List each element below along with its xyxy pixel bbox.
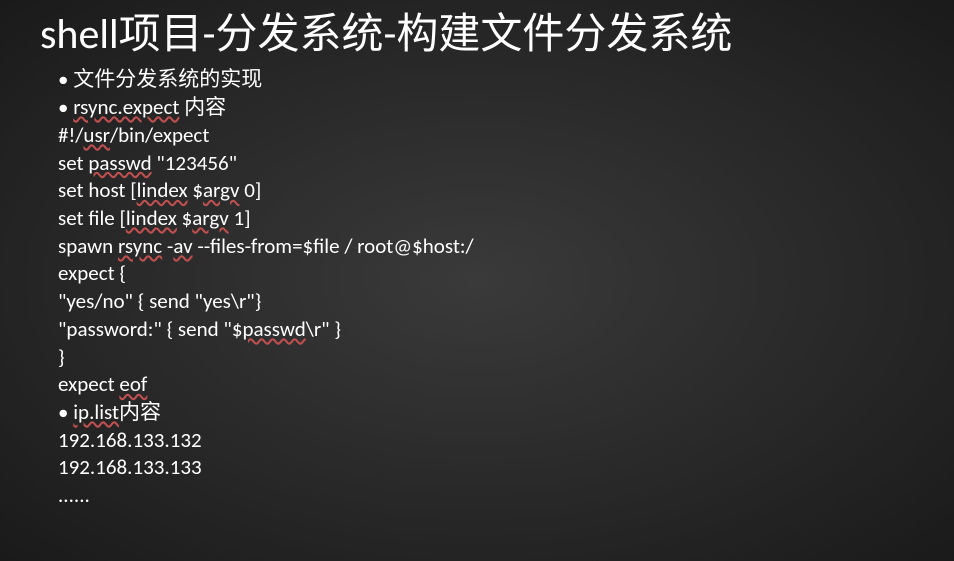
code-line: #!/usr/bin/expect: [58, 122, 914, 150]
code-line: "yes/no" { send "yes\r"}: [58, 288, 914, 316]
code-line: set passwd "123456": [58, 150, 914, 178]
underlined-text: av: [173, 233, 192, 259]
bullet-item: • rsync.expect 内容: [58, 94, 914, 122]
underlined-text: eof: [119, 371, 147, 397]
code-line: 192.168.133.133: [58, 454, 914, 482]
text: set file [: [58, 205, 126, 231]
code-line: set host [lindex $argv 0]: [58, 177, 914, 205]
code-line: ......: [58, 482, 914, 510]
code-line: 192.168.133.132: [58, 427, 914, 455]
code-line: expect {: [58, 260, 914, 288]
text: $: [177, 205, 192, 231]
slide: shell项目-分发系统-构建文件分发系统 • 文件分发系统的实现 • rsyn…: [0, 0, 954, 561]
underlined-text: argv: [192, 205, 228, 231]
text: "123456": [152, 150, 237, 176]
text: \r" }: [306, 316, 341, 342]
bullet-item: • ip.list内容: [58, 399, 914, 427]
underlined-text: lindex: [126, 205, 177, 231]
text: --files-from=$file / root@$host:/: [193, 233, 474, 259]
underlined-text: passwd: [242, 316, 305, 342]
text: 内容: [179, 94, 226, 120]
text: set: [58, 150, 88, 176]
underlined-text: lindex: [137, 177, 188, 203]
text: 1]: [229, 205, 251, 231]
text: $: [188, 177, 203, 203]
text: /bin/expect: [110, 122, 209, 148]
text: set host [: [58, 177, 137, 203]
underlined-text: usr: [83, 122, 110, 148]
underlined-text: passwd: [88, 150, 151, 176]
underlined-text: ip.list: [73, 399, 119, 425]
code-line: }: [58, 344, 914, 372]
text: 内容: [119, 399, 161, 425]
code-line: spawn rsync -av --files-from=$file / roo…: [58, 233, 914, 261]
text: expect: [58, 371, 119, 397]
text: •: [58, 94, 73, 120]
underlined-text: rsync: [118, 233, 162, 259]
bullet-item: • 文件分发系统的实现: [58, 66, 914, 94]
underlined-text: rsync.expect: [73, 94, 179, 120]
slide-title: shell项目-分发系统-构建文件分发系统: [40, 10, 914, 60]
code-line: set file [lindex $argv 1]: [58, 205, 914, 233]
slide-content: • 文件分发系统的实现 • rsync.expect 内容 #!/usr/bin…: [40, 66, 914, 510]
text: #!/: [58, 122, 83, 148]
code-line: expect eof: [58, 371, 914, 399]
text: spawn: [58, 233, 118, 259]
text: •: [58, 399, 73, 425]
code-line: "password:" { send "$passwd\r" }: [58, 316, 914, 344]
underlined-text: argv: [203, 177, 239, 203]
text: -: [162, 233, 173, 259]
text: "password:" { send "$: [58, 316, 242, 342]
text: 0]: [239, 177, 261, 203]
